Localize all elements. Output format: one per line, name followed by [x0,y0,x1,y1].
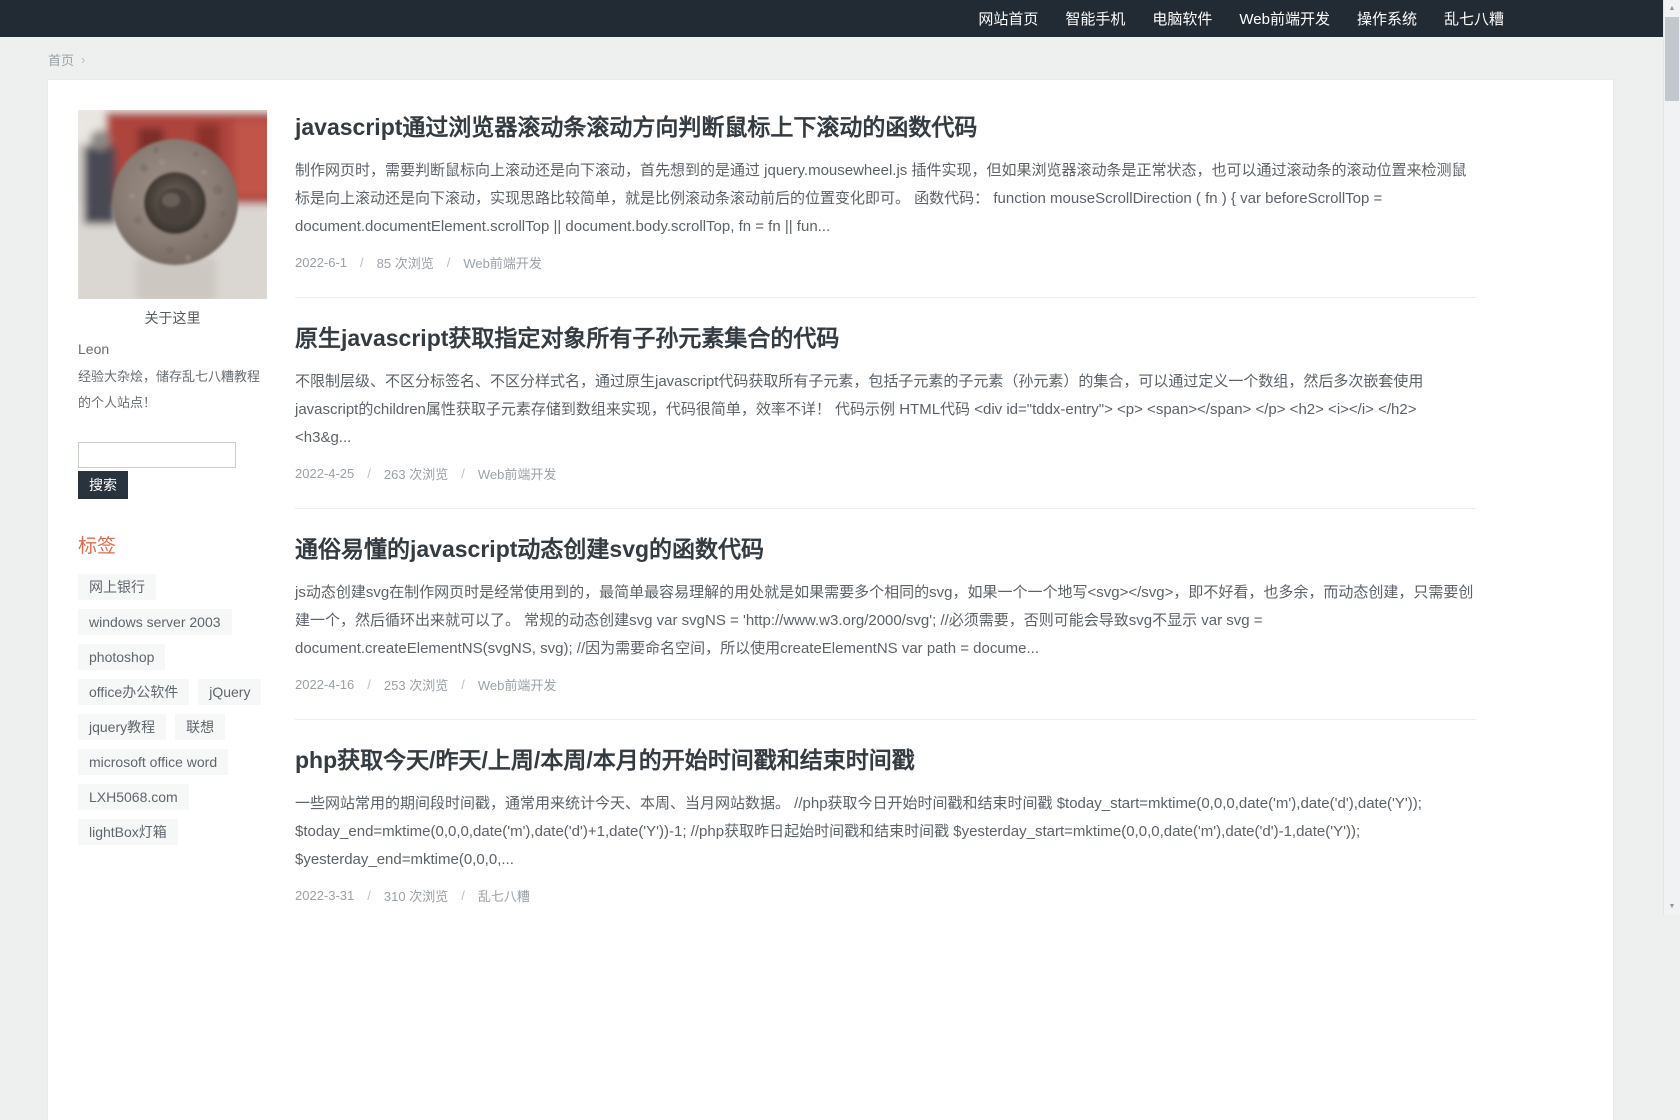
author-name: Leon [78,341,110,357]
tag-online-banking[interactable]: 网上银行 [78,574,156,600]
article-excerpt: 不限制层级、不区分标签名、不区分样式名，通过原生javascript代码获取所有… [295,373,1424,446]
tag-jquery[interactable]: jQuery [198,679,262,705]
about-photo[interactable] [78,110,267,299]
tag-office-software[interactable]: office办公软件 [78,679,190,705]
tag-microsoft-office-word[interactable]: microsoft office word [78,749,229,775]
search-button[interactable]: 搜索 [78,471,128,499]
article-meta: 2022-3-31 / 310 次浏览 / 乱七八糟 [295,886,1476,905]
nav-item-web-frontend[interactable]: Web前端开发 [1239,8,1330,29]
article-date: 2022-4-25 [295,466,355,481]
tag-windows-server-2003[interactable]: windows server 2003 [78,609,232,635]
article-excerpt: js动态创建svg在制作网页时是经常使用到的，最简单最容易理解的用处就是如果需要… [295,584,1474,657]
article-excerpt: 一些网站常用的期间段时间戳，通常用来统计今天、本周、当月网站数据。 //php获… [295,795,1422,868]
tag-jquery-tutorial[interactable]: jquery教程 [78,714,167,740]
author-description: 经验大杂烩，储存乱七八糟教程的个人站点！ [78,369,261,410]
meta-separator: / [367,888,371,903]
tag-lightbox[interactable]: lightBox灯箱 [78,819,178,845]
article-excerpt: 制作网页时，需要判断鼠标向上滚动还是向下滚动，首先想到的是通过 jquery.m… [295,162,1467,235]
meta-separator: / [367,466,371,481]
meta-separator: / [446,255,451,270]
article-category-link[interactable]: Web前端开发 [463,253,542,272]
nav-item-software[interactable]: 电脑软件 [1152,8,1212,29]
article-views: 85 次浏览 [376,256,434,271]
article-views: 310 次浏览 [383,889,449,904]
article-item: javascript通过浏览器滚动条滚动方向判断鼠标上下滚动的函数代码 制作网页… [295,112,1476,298]
article-date: 2022-3-31 [295,888,355,903]
main-card: 关于这里 Leon 经验大杂烩，储存乱七八糟教程的个人站点！ 搜索 标签 网上银… [48,80,1613,1120]
meta-separator: / [461,466,465,481]
article-title-link[interactable]: 原生javascript获取指定对象所有子孙元素集合的代码 [295,323,1476,353]
tags-list: 网上银行 windows server 2003 photoshop offic… [78,574,267,845]
article-title-link[interactable]: javascript通过浏览器滚动条滚动方向判断鼠标上下滚动的函数代码 [295,112,1476,142]
about-caption: 关于这里 [144,310,201,326]
article-date: 2022-4-16 [295,677,355,692]
breadcrumb-separator-icon: › [81,52,86,67]
article-views: 263 次浏览 [383,467,449,482]
scrollbar-thumb[interactable] [1665,17,1679,101]
search-box: 搜索 [78,442,267,499]
article-category-link[interactable]: Web前端开发 [478,675,557,694]
article-title-link[interactable]: php获取今天/昨天/上周/本周/本月的开始时间戳和结束时间戳 [295,745,1476,775]
nav-item-smartphone[interactable]: 智能手机 [1065,8,1125,29]
article-list: javascript通过浏览器滚动条滚动方向判断鼠标上下滚动的函数代码 制作网页… [295,110,1476,1090]
meta-separator: / [360,255,364,270]
meta-separator: / [461,677,465,692]
breadcrumb-home-link[interactable]: 首页 [48,50,74,69]
breadcrumb: 首页 › [48,50,85,69]
scroll-down-icon[interactable]: ▼ [1664,898,1680,915]
tags-section-title: 标签 [78,536,117,557]
nav-item-misc[interactable]: 乱七八糟 [1444,8,1504,29]
article-meta: 2022-6-1 / 85 次浏览 / Web前端开发 [295,253,1476,272]
article-meta: 2022-4-16 / 253 次浏览 / Web前端开发 [295,675,1476,694]
article-date: 2022-6-1 [295,255,348,270]
article-category-link[interactable]: Web前端开发 [478,464,557,483]
nav-item-home[interactable]: 网站首页 [978,8,1038,29]
vertical-scrollbar[interactable]: ▲ ▼ [1663,0,1680,915]
tag-lenovo[interactable]: 联想 [175,714,226,740]
millstone-photo-graphic [78,110,267,299]
scroll-up-icon[interactable]: ▲ [1664,0,1680,17]
meta-separator: / [367,677,371,692]
article-category-link[interactable]: 乱七八糟 [478,886,530,905]
tag-lxh5068[interactable]: LXH5068.com [78,784,189,810]
tag-photoshop[interactable]: photoshop [78,644,166,670]
nav-item-os[interactable]: 操作系统 [1357,8,1417,29]
article-title-link[interactable]: 通俗易懂的javascript动态创建svg的函数代码 [295,534,1476,564]
top-navbar: 网站首页 智能手机 电脑软件 Web前端开发 操作系统 乱七八糟 [0,0,1680,37]
search-input[interactable] [78,442,236,468]
article-meta: 2022-4-25 / 263 次浏览 / Web前端开发 [295,464,1476,483]
article-item: 通俗易懂的javascript动态创建svg的函数代码 js动态创建svg在制作… [295,534,1476,720]
article-views: 253 次浏览 [383,678,449,693]
article-item: php获取今天/昨天/上周/本周/本月的开始时间戳和结束时间戳 一些网站常用的期… [295,745,1476,930]
meta-separator: / [461,888,465,903]
article-item: 原生javascript获取指定对象所有子孙元素集合的代码 不限制层级、不区分标… [295,323,1476,509]
sidebar: 关于这里 Leon 经验大杂烩，储存乱七八糟教程的个人站点！ 搜索 标签 网上银… [78,110,267,1090]
